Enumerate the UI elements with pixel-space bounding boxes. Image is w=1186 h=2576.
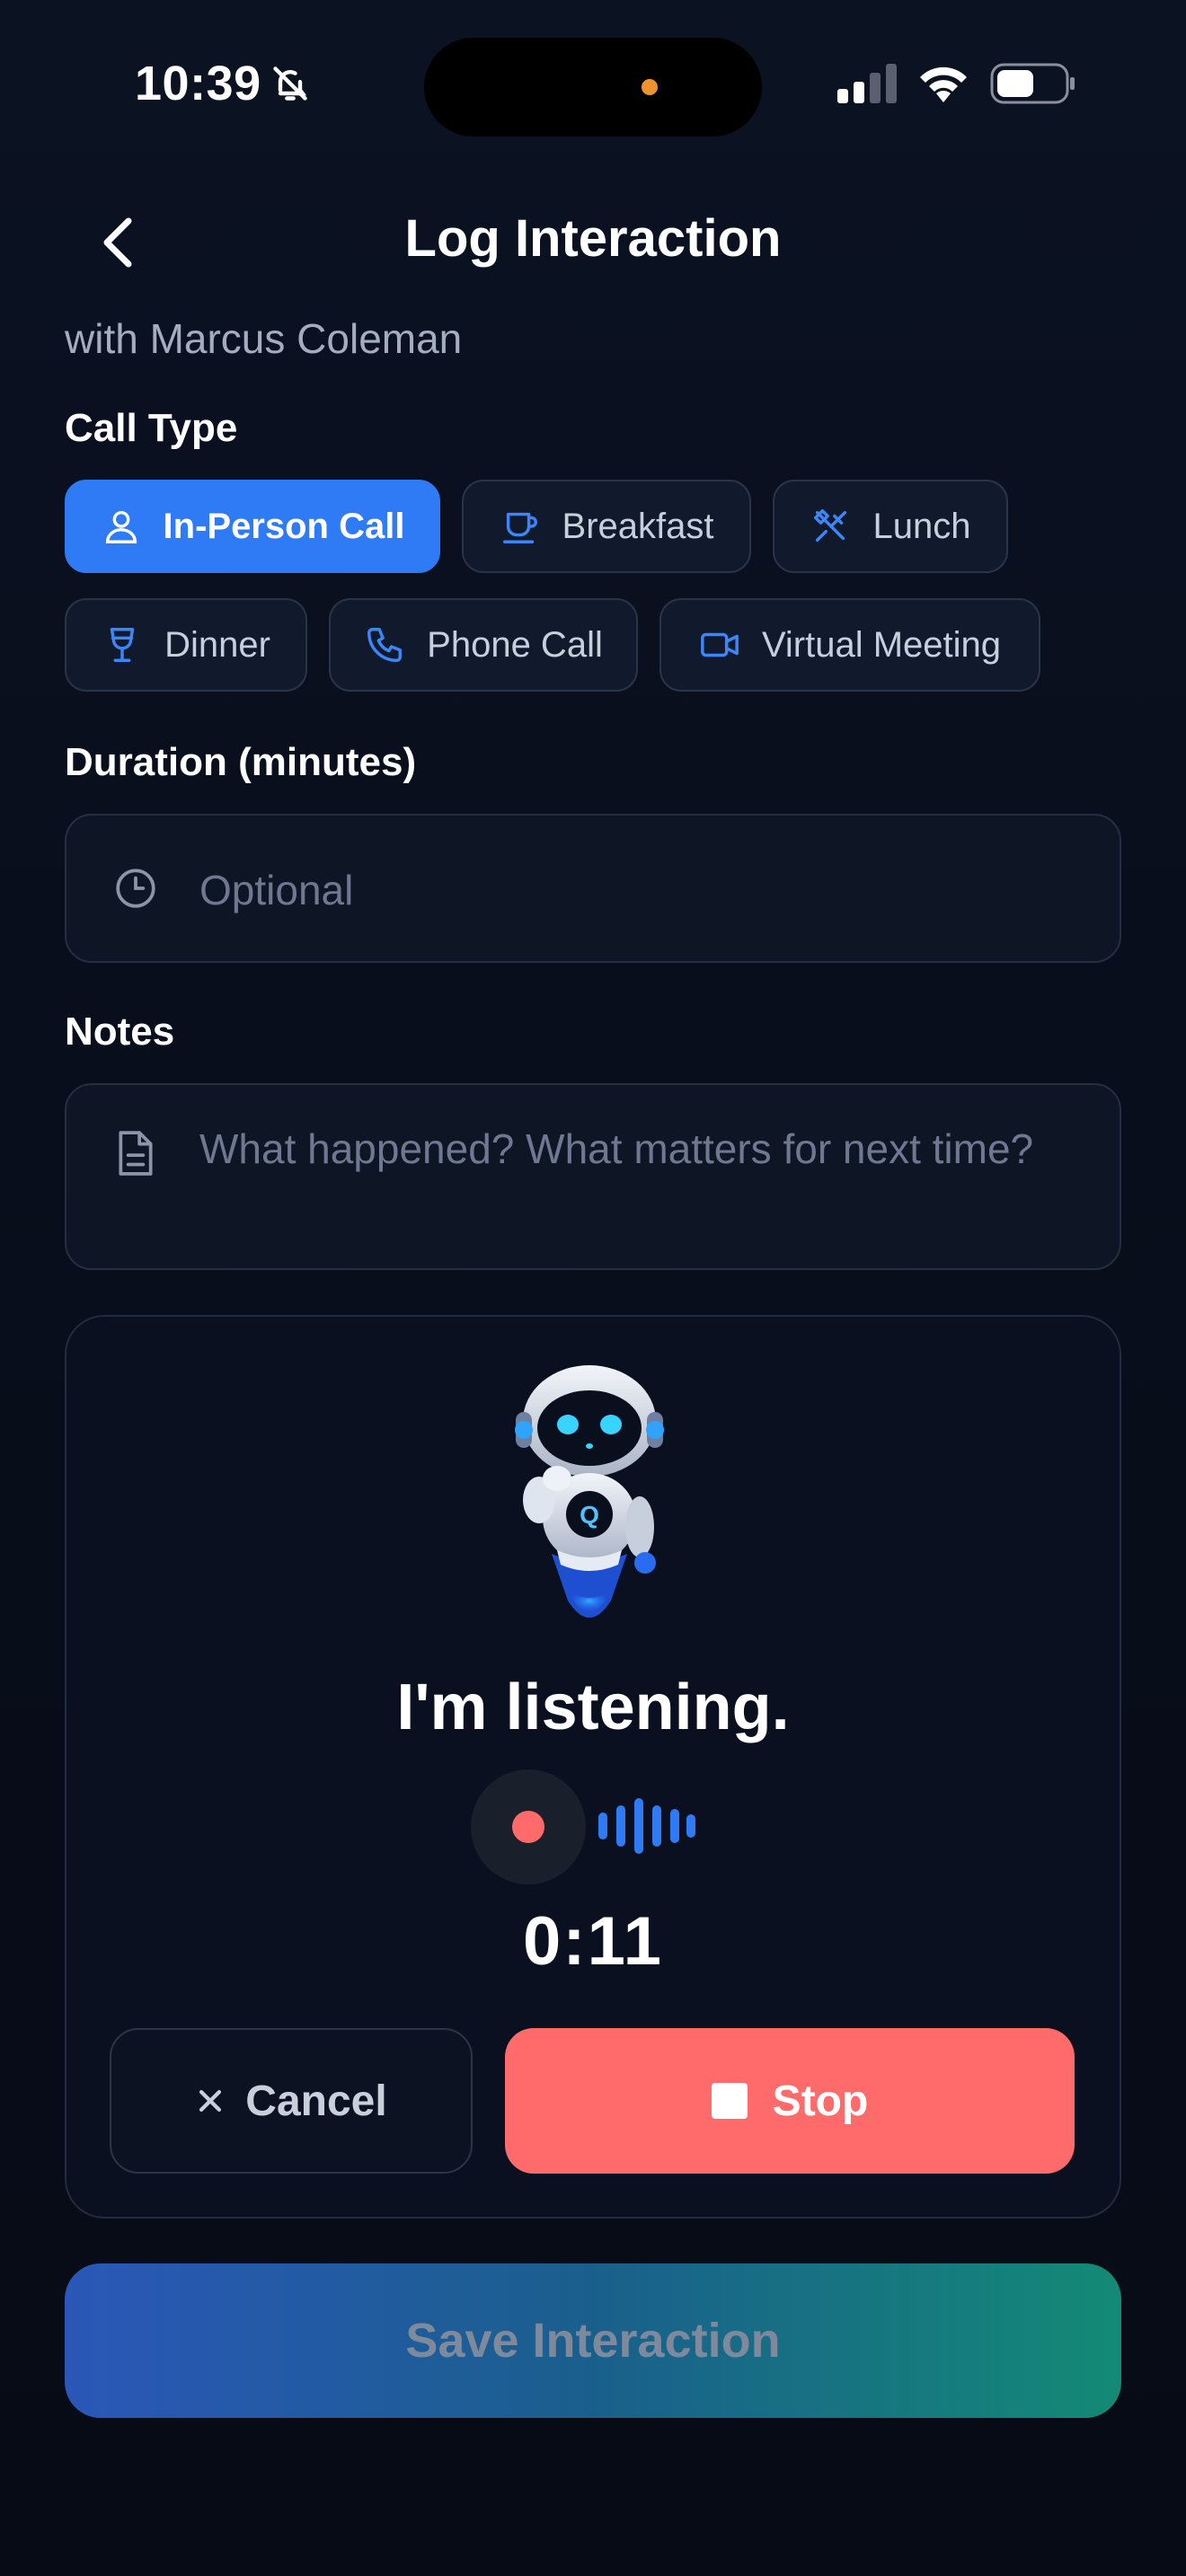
stop-recording-button[interactable]: Stop xyxy=(505,2028,1075,2174)
save-interaction-button[interactable]: Save Interaction xyxy=(65,2263,1121,2418)
listening-status: I'm listening. xyxy=(396,1672,790,1743)
chip-phone-call[interactable]: Phone Call xyxy=(329,598,638,692)
phone-icon xyxy=(367,628,403,662)
chip-label: In-Person Call xyxy=(163,506,405,546)
dynamic-island xyxy=(424,38,762,137)
cancel-recording-button[interactable]: Cancel xyxy=(110,2028,473,2174)
battery-icon xyxy=(990,63,1075,104)
robot-mascot-icon: Q xyxy=(515,1365,664,1618)
chip-label: Virtual Meeting xyxy=(761,624,1002,665)
duration-placeholder: Optional xyxy=(199,867,354,913)
wine-glass-icon xyxy=(110,628,135,662)
clock-icon xyxy=(116,869,155,908)
status-icons xyxy=(837,63,1076,104)
recording-timer: 0:11 xyxy=(523,1903,663,1980)
svg-text:Q: Q xyxy=(580,1501,599,1529)
stop-label: Stop xyxy=(772,2077,869,2125)
chip-label: Phone Call xyxy=(427,624,603,665)
document-icon xyxy=(119,1131,153,1176)
cancel-label: Cancel xyxy=(245,2077,387,2125)
notes-field[interactable]: What happened? What matters for next tim… xyxy=(65,1083,1121,1270)
bell-muted-icon xyxy=(272,66,307,101)
audio-waveform-icon xyxy=(598,1798,695,1854)
utensils-icon xyxy=(813,509,846,543)
coffee-cup-icon xyxy=(502,512,537,543)
save-label: Save Interaction xyxy=(405,2314,781,2368)
log-interaction-screen: 10:39 Log Interaction with Marcus Colema… xyxy=(0,0,1186,2576)
stop-icon xyxy=(711,2083,748,2119)
notes-placeholder: What happened? What matters for next tim… xyxy=(199,1125,1034,1172)
chip-dinner[interactable]: Dinner xyxy=(65,598,307,692)
contact-subtitle: with Marcus Coleman xyxy=(65,315,463,362)
duration-field[interactable]: Optional xyxy=(65,814,1121,963)
video-camera-icon xyxy=(701,632,739,657)
status-time-text: 10:39 xyxy=(135,57,261,110)
person-icon xyxy=(105,510,137,543)
wifi-icon xyxy=(920,66,967,102)
chip-in-person-call[interactable]: In-Person Call xyxy=(65,480,440,573)
privacy-indicator xyxy=(642,79,658,95)
chip-virtual-meeting[interactable]: Virtual Meeting xyxy=(659,598,1040,692)
close-icon xyxy=(199,2089,222,2113)
chip-label: Breakfast xyxy=(562,506,714,546)
call-type-label: Call Type xyxy=(65,406,238,450)
page-title: Log Interaction xyxy=(404,209,782,268)
chip-label: Dinner xyxy=(164,624,270,665)
recording-dot xyxy=(512,1811,544,1843)
duration-label: Duration (minutes) xyxy=(65,740,417,784)
chip-breakfast[interactable]: Breakfast xyxy=(462,480,751,573)
status-time: 10:39 xyxy=(135,56,310,111)
notes-label: Notes xyxy=(65,1010,175,1054)
signal-icon xyxy=(837,64,897,103)
chip-label: Lunch xyxy=(872,506,971,546)
chip-lunch[interactable]: Lunch xyxy=(773,480,1008,573)
